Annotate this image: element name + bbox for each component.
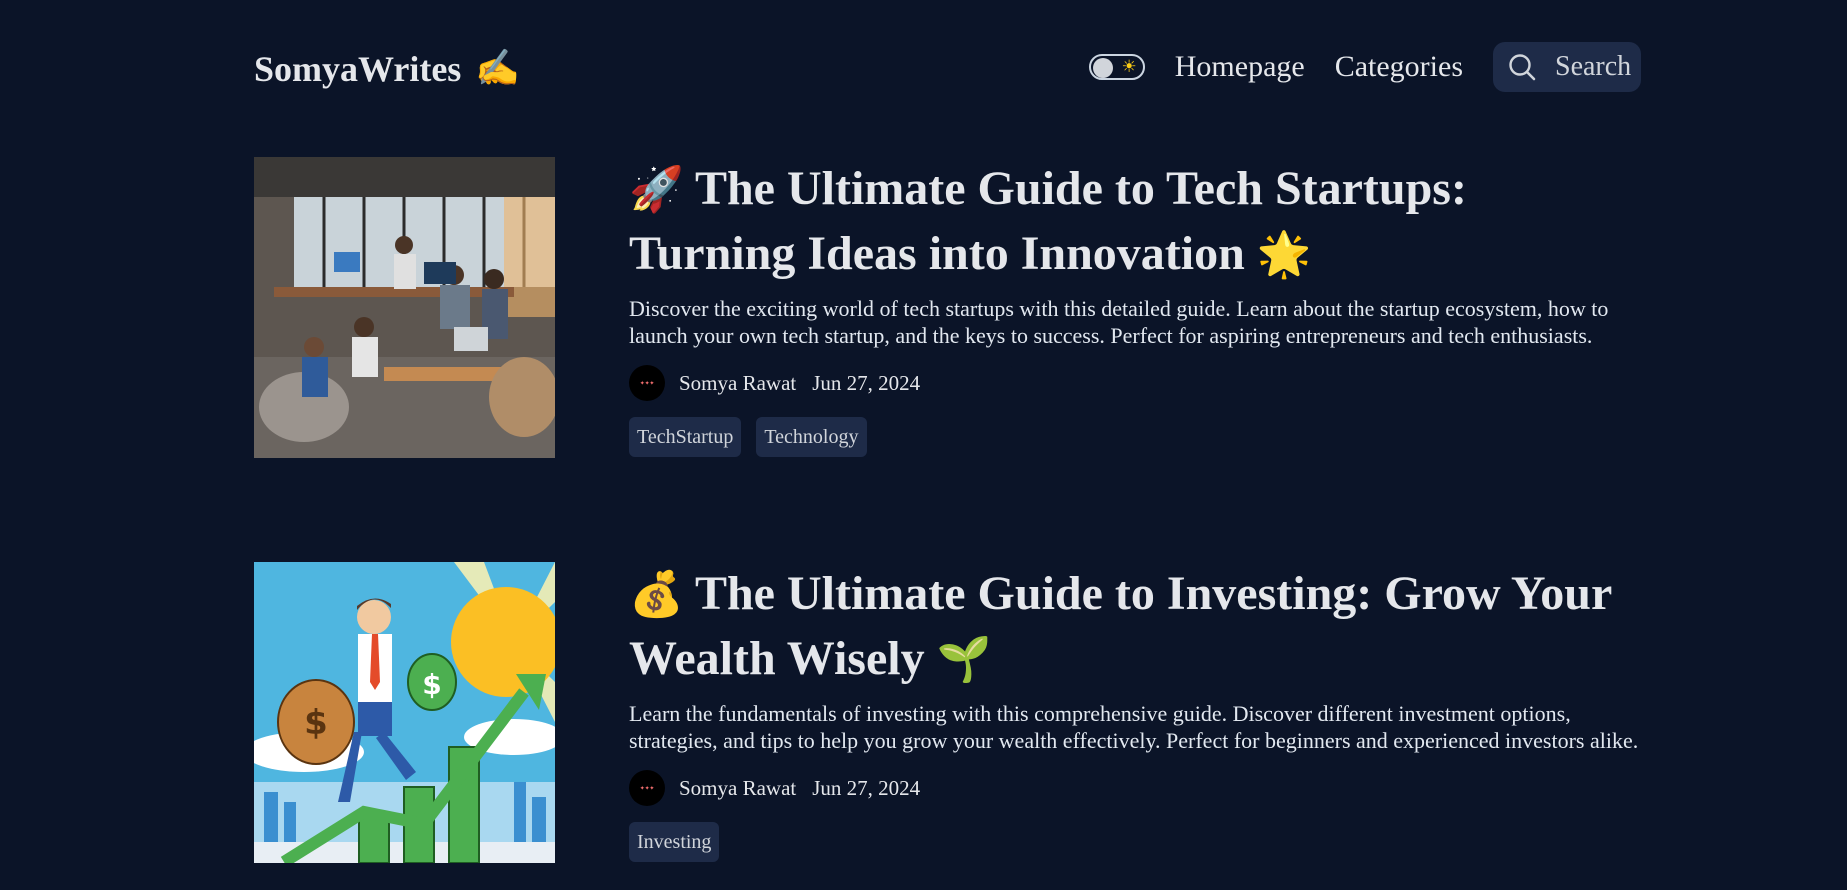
office-illustration (254, 157, 555, 458)
brand-name: SomyaWrites (254, 49, 462, 89)
post-excerpt: Learn the fundamentals of investing with… (629, 701, 1639, 753)
main-nav: ☀ Homepage Categories Search (1088, 42, 1641, 92)
post-title-text: The Ultimate Guide to Investing: Grow Yo… (629, 567, 1612, 685)
post-thumbnail[interactable]: $ $ (254, 562, 555, 863)
nav-homepage[interactable]: Homepage (1175, 50, 1305, 84)
post-title[interactable]: 💰 The Ultimate Guide to Investing: Grow … (629, 562, 1641, 692)
search-button[interactable]: Search (1493, 42, 1641, 92)
tag-techstartup[interactable]: TechStartup (629, 417, 742, 457)
post-date: Jun 27, 2024 (812, 775, 921, 800)
seedling-icon: 🌱 (936, 634, 992, 685)
author-name[interactable]: Somya Rawat (679, 776, 796, 801)
post-title-text: The Ultimate Guide to Tech Startups: Tur… (629, 162, 1467, 280)
svg-text:$: $ (304, 703, 328, 743)
avatar[interactable]: ✦✦✦ (629, 770, 665, 806)
search-icon (1509, 54, 1536, 81)
post-tags: Investing (629, 822, 1641, 862)
post-meta: ✦✦✦ Somya Rawat Jun 27, 2024 (629, 770, 1641, 806)
site-header: SomyaWrites ✍️ ☀ Homepage Categories Sea… (254, 40, 1641, 94)
svg-text:$: $ (422, 668, 441, 701)
rocket-icon: 🚀 (629, 164, 684, 215)
theme-toggle[interactable]: ☀ (1088, 54, 1145, 80)
post-content: 💰 The Ultimate Guide to Investing: Grow … (629, 562, 1641, 862)
post-meta: ✦✦✦ Somya Rawat Jun 27, 2024 (629, 365, 1641, 401)
tag-technology[interactable]: Technology (756, 417, 867, 457)
nav-categories[interactable]: Categories (1335, 50, 1463, 84)
avatar-mark: ✦✦✦ (639, 379, 655, 387)
avatar[interactable]: ✦✦✦ (629, 365, 665, 401)
star-icon: 🌟 (1256, 229, 1312, 280)
tag-investing[interactable]: Investing (629, 822, 720, 862)
author-name[interactable]: Somya Rawat (679, 371, 796, 396)
post-content: 🚀 The Ultimate Guide to Tech Startups: T… (629, 157, 1641, 457)
toggle-knob (1092, 58, 1113, 78)
site-logo[interactable]: SomyaWrites ✍️ (254, 48, 520, 90)
investing-illustration: $ $ (254, 562, 555, 863)
post-thumbnail[interactable] (254, 157, 555, 458)
avatar-mark: ✦✦✦ (639, 784, 655, 792)
post-excerpt: Discover the exciting world of tech star… (629, 296, 1609, 348)
post-tags: TechStartup Technology (629, 417, 1641, 457)
post-title[interactable]: 🚀 The Ultimate Guide to Tech Startups: T… (629, 157, 1641, 287)
writing-hand-icon: ✍️ (475, 48, 521, 89)
search-label: Search (1555, 51, 1632, 82)
money-bag-icon: 💰 (629, 569, 684, 620)
sun-icon: ☀ (1121, 57, 1137, 77)
post-date: Jun 27, 2024 (812, 370, 921, 395)
